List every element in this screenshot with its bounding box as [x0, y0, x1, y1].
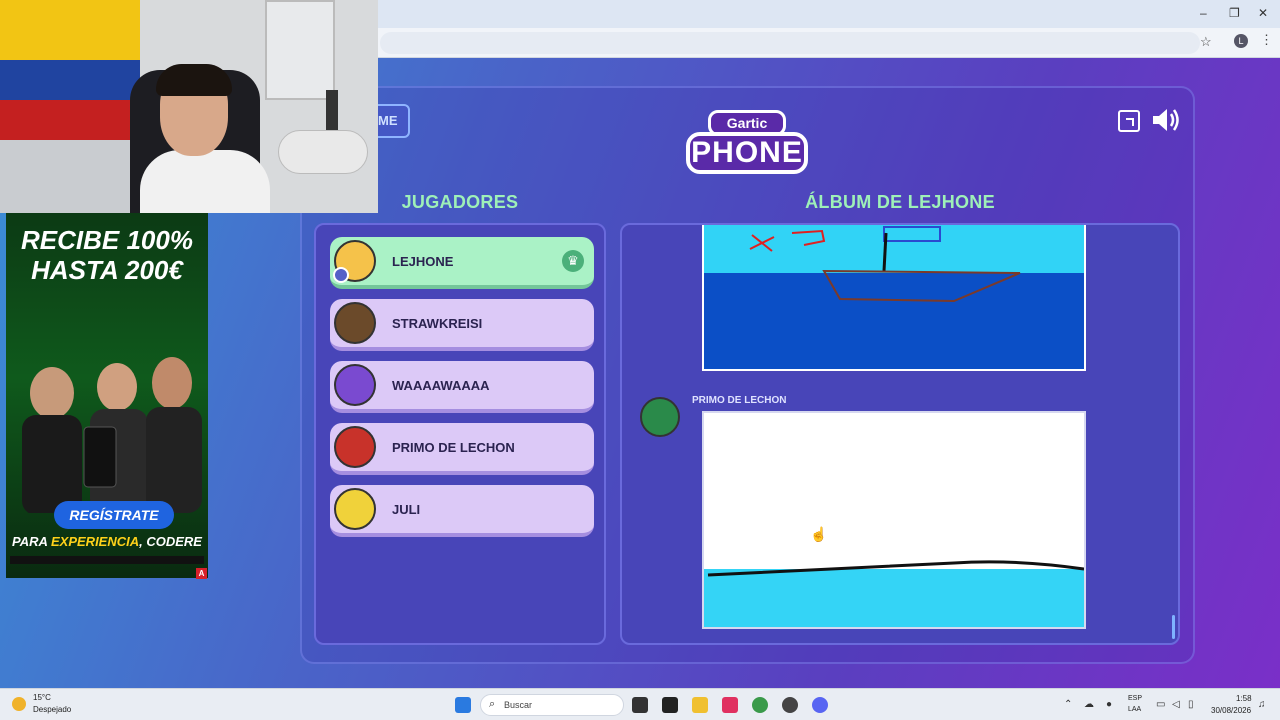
webcam-overlay — [0, 0, 378, 213]
player-avatar — [334, 302, 376, 344]
start-icon[interactable] — [455, 697, 471, 713]
clock-date[interactable]: 30/08/2026 — [1211, 706, 1251, 715]
weather-moon-icon[interactable] — [12, 697, 26, 711]
weather-description[interactable]: Despejado — [33, 705, 71, 714]
ad-headline-line1: RECIBE 100% — [21, 225, 193, 255]
player-card-strawkreisi[interactable]: STRAWKREISI — [330, 299, 594, 351]
player-avatar — [334, 488, 376, 530]
tiktok-icon[interactable] — [722, 697, 738, 713]
player-avatar — [334, 364, 376, 406]
search-icon: ⌕ — [489, 698, 496, 710]
minimize-button[interactable]: – — [1200, 6, 1207, 20]
author-avatar — [640, 397, 680, 437]
bookmark-star-icon[interactable]: ☆ — [1200, 34, 1212, 50]
battery-icon[interactable]: ▯ — [1188, 699, 1194, 710]
capcut-icon[interactable] — [662, 697, 678, 713]
ad-choices-badge[interactable]: A — [196, 568, 207, 579]
album-scrollbar[interactable] — [1172, 615, 1175, 639]
ad-tagline-prefix: PARA — [12, 534, 51, 549]
drawing-strokes — [749, 226, 1021, 303]
windows-taskbar: 15°C Despejado ⌕ Buscar ⌃ ☁ ● ESP LAA ▭ … — [0, 688, 1280, 720]
gartic-phone-logo: Gartic PHONE — [686, 104, 808, 176]
album-drawing-boat — [702, 225, 1086, 371]
task-view-icon[interactable] — [632, 697, 648, 713]
profile-avatar[interactable]: L — [1234, 34, 1248, 48]
taskbar-search[interactable]: ⌕ Buscar — [480, 694, 624, 716]
ad-tagline-highlight: EXPERIENCIA — [51, 534, 140, 549]
weather-temperature[interactable]: 15°C — [33, 693, 51, 702]
chrome-icon[interactable] — [752, 697, 768, 713]
player-name: JULI — [392, 501, 421, 517]
ad-headline-line2: HASTA 200€ — [31, 255, 183, 285]
microphone-icon[interactable]: ● — [1106, 699, 1112, 710]
album-drawing-canvas[interactable] — [702, 411, 1086, 629]
flag-blue-stripe — [0, 60, 140, 100]
author-name: PRIMO DE LECHON — [692, 395, 787, 406]
tray-chevron-icon[interactable]: ⌃ — [1064, 699, 1072, 710]
hand-cursor-icon: ☝ — [810, 526, 828, 542]
microphone — [278, 130, 368, 174]
flag-red-stripe — [0, 100, 140, 140]
file-explorer-icon[interactable] — [692, 697, 708, 713]
streamer-hair — [156, 64, 232, 96]
onedrive-icon[interactable]: ☁ — [1084, 699, 1094, 710]
speaker-icon[interactable]: ◁ — [1172, 699, 1180, 710]
player-card-primo-de-lechon[interactable]: PRIMO DE LECHON — [330, 423, 594, 475]
host-icon — [333, 267, 349, 283]
player-card-juli[interactable]: JULI — [330, 485, 594, 537]
player-name: STRAWKREISI — [392, 315, 483, 331]
room-window — [265, 0, 335, 100]
ad-tagline: PARA EXPERIENCIA, CODERE — [6, 534, 208, 549]
network-icon[interactable]: ▭ — [1156, 699, 1165, 710]
player-name: WAAAAWAAAA — [392, 377, 490, 393]
volume-icon[interactable] — [1150, 106, 1180, 134]
language-bottom[interactable]: LAA — [1128, 706, 1141, 713]
ad-banner[interactable]: RECIBE 100% HASTA 200€ REGÍSTRATE PARA E… — [6, 213, 208, 578]
drawing-horizon-line — [707, 560, 1084, 577]
obs-icon[interactable] — [782, 697, 798, 713]
players-panel: LEJHONE ♛ STRAWKREISI WAAAAWAAAA PRIMO D… — [314, 223, 606, 645]
discord-icon[interactable] — [812, 697, 828, 713]
player-card-lejhone[interactable]: LEJHONE ♛ — [330, 237, 594, 289]
ad-tagline-suffix: , CODERE — [139, 534, 202, 549]
flag-yellow-stripe — [0, 0, 140, 60]
close-button[interactable]: ✕ — [1258, 6, 1268, 20]
streamer-body — [140, 150, 270, 213]
address-bar[interactable] — [380, 32, 1200, 54]
fullscreen-icon[interactable] — [1118, 110, 1140, 132]
album-panel: PRIMO DE LECHON — [620, 223, 1180, 645]
crown-icon: ♛ — [562, 250, 584, 272]
ad-people-image — [22, 357, 202, 513]
logo-main-text: PHONE — [686, 132, 808, 174]
ad-headline: RECIBE 100% HASTA 200€ — [6, 225, 208, 285]
player-card-waaaawaaaa[interactable]: WAAAAWAAAA — [330, 361, 594, 413]
ad-legal-strip — [10, 556, 204, 564]
maximize-button[interactable]: ❐ — [1229, 6, 1240, 20]
notification-bell-icon[interactable]: ♫ — [1258, 699, 1266, 710]
browser-menu-icon[interactable]: ⋮ — [1260, 32, 1273, 48]
ad-register-button[interactable]: REGÍSTRATE — [54, 501, 174, 529]
player-name: PRIMO DE LECHON — [392, 439, 515, 455]
language-top[interactable]: ESP — [1128, 695, 1142, 702]
player-name: LEJHONE — [392, 253, 454, 269]
album-title: ÁLBUM DE LEJHONE — [805, 192, 995, 212]
player-avatar — [333, 240, 376, 283]
player-avatar — [334, 426, 376, 468]
clock-time[interactable]: 1:58 — [1236, 694, 1252, 703]
search-placeholder: Buscar — [504, 700, 533, 710]
